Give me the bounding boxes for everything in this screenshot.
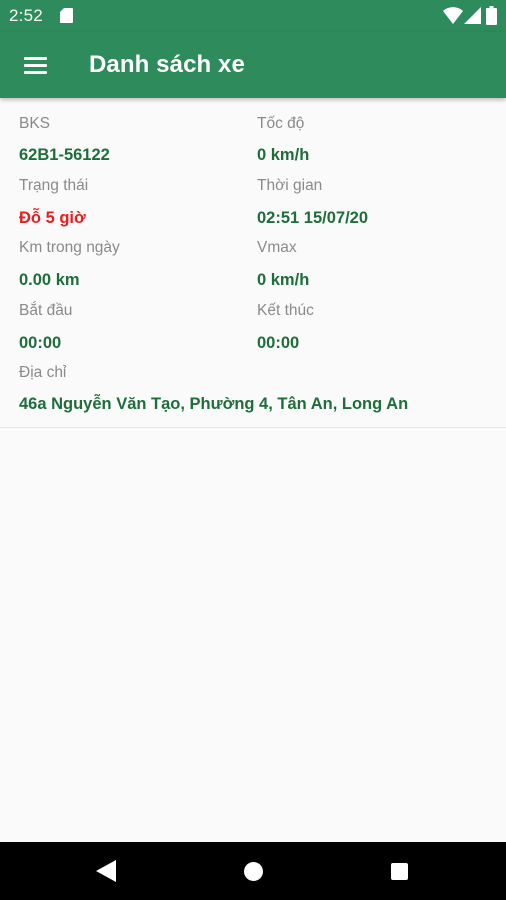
- plate-label: BKS: [19, 115, 51, 132]
- plate-value: 62B1-56122: [19, 146, 110, 164]
- daily-km-value: 0.00 km: [19, 271, 80, 289]
- start-value: 00:00: [19, 334, 62, 352]
- address-value: 46a Nguyễn Văn Tạo, Phường 4, Tân An, Lo…: [19, 395, 409, 413]
- status-label: Trạng thái: [19, 177, 89, 194]
- vehicle-card[interactable]: BKS Tốc độ 62B1-56122 0 km/h Trạng thái …: [0, 100, 506, 428]
- vmax-label: Vmax: [257, 239, 297, 256]
- status-bar: 2:52: [0, 0, 506, 32]
- navigation-bar: [0, 842, 506, 900]
- daily-km-label: Km trong ngày: [19, 239, 120, 256]
- start-label: Bắt đầu: [19, 302, 73, 319]
- status-value: Đỗ 5 giờ: [19, 209, 86, 227]
- end-label: Kết thúc: [257, 302, 314, 319]
- time-value: 02:51 15/07/20: [257, 209, 369, 227]
- signal-icon: [464, 7, 481, 24]
- time-label: Thời gian: [257, 177, 323, 194]
- address-label: Địa chỉ: [19, 364, 67, 381]
- end-value: 00:00: [257, 334, 300, 352]
- home-icon[interactable]: [244, 862, 263, 881]
- speed-value: 0 km/h: [257, 146, 310, 164]
- wifi-icon: [443, 7, 463, 24]
- status-time: 2:52: [9, 6, 43, 25]
- back-icon[interactable]: [96, 860, 116, 882]
- speed-label: Tốc độ: [257, 115, 305, 132]
- battery-icon: [486, 6, 497, 25]
- app-bar: Danh sách xe: [0, 32, 506, 98]
- recents-icon[interactable]: [391, 863, 408, 880]
- vmax-value: 0 km/h: [257, 271, 310, 289]
- sd-card-icon: [60, 8, 73, 23]
- page-title: Danh sách xe: [89, 51, 245, 78]
- menu-button[interactable]: [18, 50, 52, 80]
